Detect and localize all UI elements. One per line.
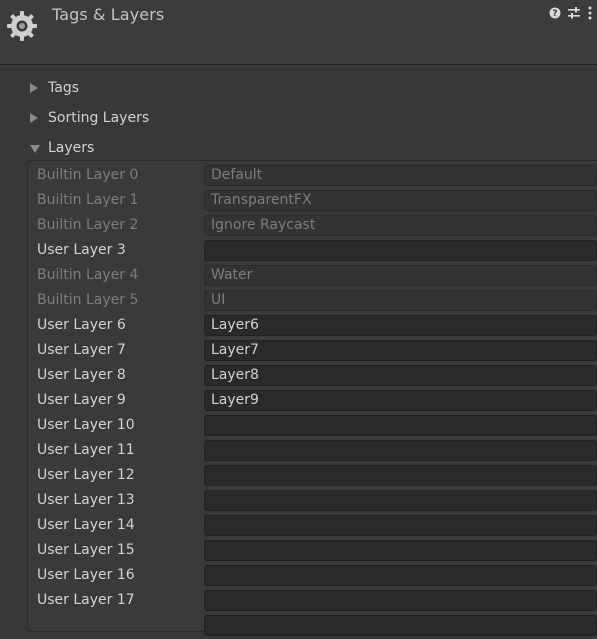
window-title: Tags & Layers	[52, 5, 165, 24]
layer-label: User Layer 12	[37, 467, 135, 483]
layer-row: User Layer 17	[27, 589, 597, 614]
layer-name-field: TransparentFX	[204, 190, 597, 211]
layer-label: User Layer 13	[37, 492, 135, 508]
layer-label: User Layer 16	[37, 567, 135, 583]
layer-name-field: Default	[204, 165, 597, 186]
layer-name-field[interactable]	[204, 590, 597, 611]
layer-row: Builtin Layer 5 UI	[27, 289, 597, 314]
layer-label: User Layer 7	[37, 342, 126, 358]
layer-row: User Layer 11	[27, 439, 597, 464]
layer-label: Builtin Layer 5	[37, 292, 139, 308]
layer-row: User Layer 14	[27, 514, 597, 539]
layer-name-field[interactable]	[204, 465, 597, 486]
layer-row: Builtin Layer 2 Ignore Raycast	[27, 214, 597, 239]
layer-row	[27, 614, 597, 639]
layers-foldout[interactable]: Layers	[30, 137, 94, 159]
layer-label: Builtin Layer 2	[37, 217, 139, 233]
layer-row: Builtin Layer 1 TransparentFX	[27, 189, 597, 214]
layer-label: Builtin Layer 0	[37, 167, 139, 183]
inspector-content: Tags Sorting Layers Layers Builtin Layer…	[0, 65, 597, 636]
layer-name-field[interactable]: Layer7	[204, 340, 597, 361]
gear-icon	[7, 11, 37, 41]
inspector-header: Tags & Layers ?	[0, 0, 597, 65]
layer-label: User Layer 8	[37, 367, 126, 383]
layer-label: User Layer 17	[37, 592, 135, 608]
chevron-right-icon	[30, 83, 38, 93]
layer-row: User Layer 8 Layer8	[27, 364, 597, 389]
layer-row: User Layer 7 Layer7	[27, 339, 597, 364]
layer-name-field[interactable]	[204, 615, 597, 636]
layer-label: Builtin Layer 4	[37, 267, 139, 283]
layers-foldout-label: Layers	[48, 140, 95, 156]
layer-name-field: Water	[204, 265, 597, 286]
preset-icon[interactable]	[567, 7, 581, 19]
layer-name-field[interactable]	[204, 490, 597, 511]
layer-label: User Layer 10	[37, 417, 135, 433]
layer-name-field[interactable]	[204, 415, 597, 436]
chevron-down-icon	[30, 145, 40, 153]
layer-row: User Layer 12	[27, 464, 597, 489]
layer-label: User Layer 3	[37, 242, 126, 258]
layer-name-field[interactable]	[204, 540, 597, 561]
layer-label: User Layer 14	[37, 517, 135, 533]
layer-row: User Layer 9 Layer9	[27, 389, 597, 414]
more-menu-icon[interactable]	[587, 6, 593, 20]
layer-label: User Layer 15	[37, 542, 135, 558]
layer-label: Builtin Layer 1	[37, 192, 139, 208]
layer-name-field: Ignore Raycast	[204, 215, 597, 236]
layer-row: User Layer 3	[27, 239, 597, 264]
layer-row: Builtin Layer 4 Water	[27, 264, 597, 289]
layer-name-field[interactable]	[204, 565, 597, 586]
layer-label: User Layer 6	[37, 317, 126, 333]
sorting-layers-foldout[interactable]: Sorting Layers	[30, 107, 149, 129]
layer-row: User Layer 10	[27, 414, 597, 439]
layer-name-field[interactable]: Layer6	[204, 315, 597, 336]
layer-row: User Layer 6 Layer6	[27, 314, 597, 339]
layer-row: Builtin Layer 0 Default	[27, 164, 597, 189]
layer-row: User Layer 13	[27, 489, 597, 514]
layer-name-field[interactable]	[204, 515, 597, 536]
layer-label: User Layer 11	[37, 442, 135, 458]
layer-name-field[interactable]: Layer8	[204, 365, 597, 386]
layer-row: User Layer 16	[27, 564, 597, 589]
layer-label: User Layer 9	[37, 392, 126, 408]
layer-name-field: UI	[204, 290, 597, 311]
help-icon[interactable]: ?	[549, 7, 561, 19]
svg-text:?: ?	[552, 9, 557, 19]
chevron-right-icon	[30, 113, 38, 123]
tags-foldout[interactable]: Tags	[30, 77, 79, 99]
layer-row: User Layer 15	[27, 539, 597, 564]
sorting-layers-foldout-label: Sorting Layers	[48, 110, 150, 126]
layer-name-field[interactable]	[204, 440, 597, 461]
layer-name-field[interactable]: Layer9	[204, 390, 597, 411]
tags-foldout-label: Tags	[48, 80, 79, 96]
layer-name-field[interactable]	[204, 240, 597, 261]
